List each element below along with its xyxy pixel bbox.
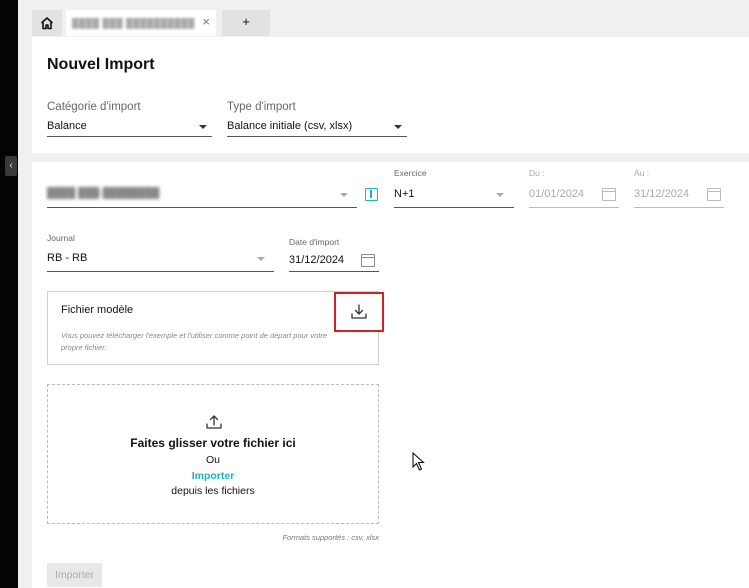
calendar-icon: [361, 254, 375, 267]
import-date-underline: [289, 271, 379, 272]
calendar-icon: [707, 188, 721, 201]
to-date-label: Au :: [634, 168, 650, 178]
book-icon[interactable]: [365, 188, 378, 201]
import-date-label: Date d'import: [289, 237, 340, 247]
download-icon: [351, 304, 367, 319]
company-value: ████ ███-████████: [47, 188, 160, 199]
page-title: Nouvel Import: [47, 56, 155, 73]
drop-zone-title: Faites glisser votre fichier ici: [130, 436, 296, 450]
import-file-link[interactable]: Importer: [48, 470, 378, 482]
from-date-value: 01/01/2024: [529, 188, 585, 200]
import-form-card: ████ ███-████████ Exercice N+1 Du : 01/0…: [32, 162, 749, 588]
import-type-value: Balance initiale (csv, xlsx): [227, 120, 353, 132]
to-date-value: 31/12/2024: [634, 188, 690, 200]
sidebar-collapse-handle[interactable]: ‹: [5, 156, 17, 176]
chevron-down-icon: [257, 257, 265, 261]
company-underline: [47, 207, 357, 208]
download-template-button[interactable]: [334, 292, 384, 332]
import-date-value: 31/12/2024: [289, 254, 345, 266]
file-drop-zone[interactable]: Faites glisser votre fichier ici Ou Impo…: [47, 384, 379, 524]
from-date-underline: [529, 207, 619, 208]
tab-document[interactable]: ████ ███ ██████████ ×: [66, 10, 216, 36]
journal-value: RB - RB: [47, 252, 88, 264]
import-category-value: Balance: [47, 120, 87, 132]
model-file-panel: Fichier modèle Vous pouvez télécharger l…: [47, 291, 379, 365]
import-type-underline: [227, 136, 407, 137]
journal-underline: [47, 271, 274, 272]
upload-icon: [206, 415, 222, 429]
tab-bar: ████ ███ ██████████ × +: [18, 0, 749, 37]
add-tab-button[interactable]: +: [222, 10, 270, 36]
import-category-label: Catégorie d'import: [47, 101, 141, 113]
chevron-down-icon: [340, 193, 348, 197]
exercise-underline: [394, 207, 514, 208]
journal-label: Journal: [47, 233, 75, 243]
close-icon[interactable]: ×: [202, 15, 210, 29]
import-type-label: Type d'import: [227, 101, 296, 113]
import-button[interactable]: Importer: [47, 563, 102, 587]
calendar-icon: [602, 188, 616, 201]
drop-zone-from-files: depuis les fichiers: [171, 485, 255, 497]
tab-home[interactable]: [32, 10, 62, 36]
from-date-label: Du :: [529, 168, 545, 178]
supported-formats: Formats supportés : csv, xlsx: [282, 533, 379, 542]
chevron-down-icon: [394, 125, 402, 129]
import-category-underline: [47, 136, 212, 137]
exercise-label: Exercice: [394, 168, 427, 178]
to-date-underline: [634, 207, 724, 208]
home-icon: [40, 17, 54, 30]
chevron-down-icon: [496, 193, 504, 197]
import-header-card: Nouvel Import Catégorie d'import Balance…: [32, 37, 749, 153]
chevron-down-icon: [199, 125, 207, 129]
drop-zone-or: Ou: [205, 454, 220, 466]
model-file-description: Vous pouvez télécharger l'exemple et l'u…: [61, 331, 328, 352]
left-sidebar-strip: [0, 0, 18, 588]
exercise-value: N+1: [394, 188, 415, 200]
mouse-cursor-icon: [412, 452, 425, 471]
tab-document-title: ████ ███ ██████████: [72, 18, 195, 28]
model-file-title: Fichier modèle: [61, 304, 134, 316]
